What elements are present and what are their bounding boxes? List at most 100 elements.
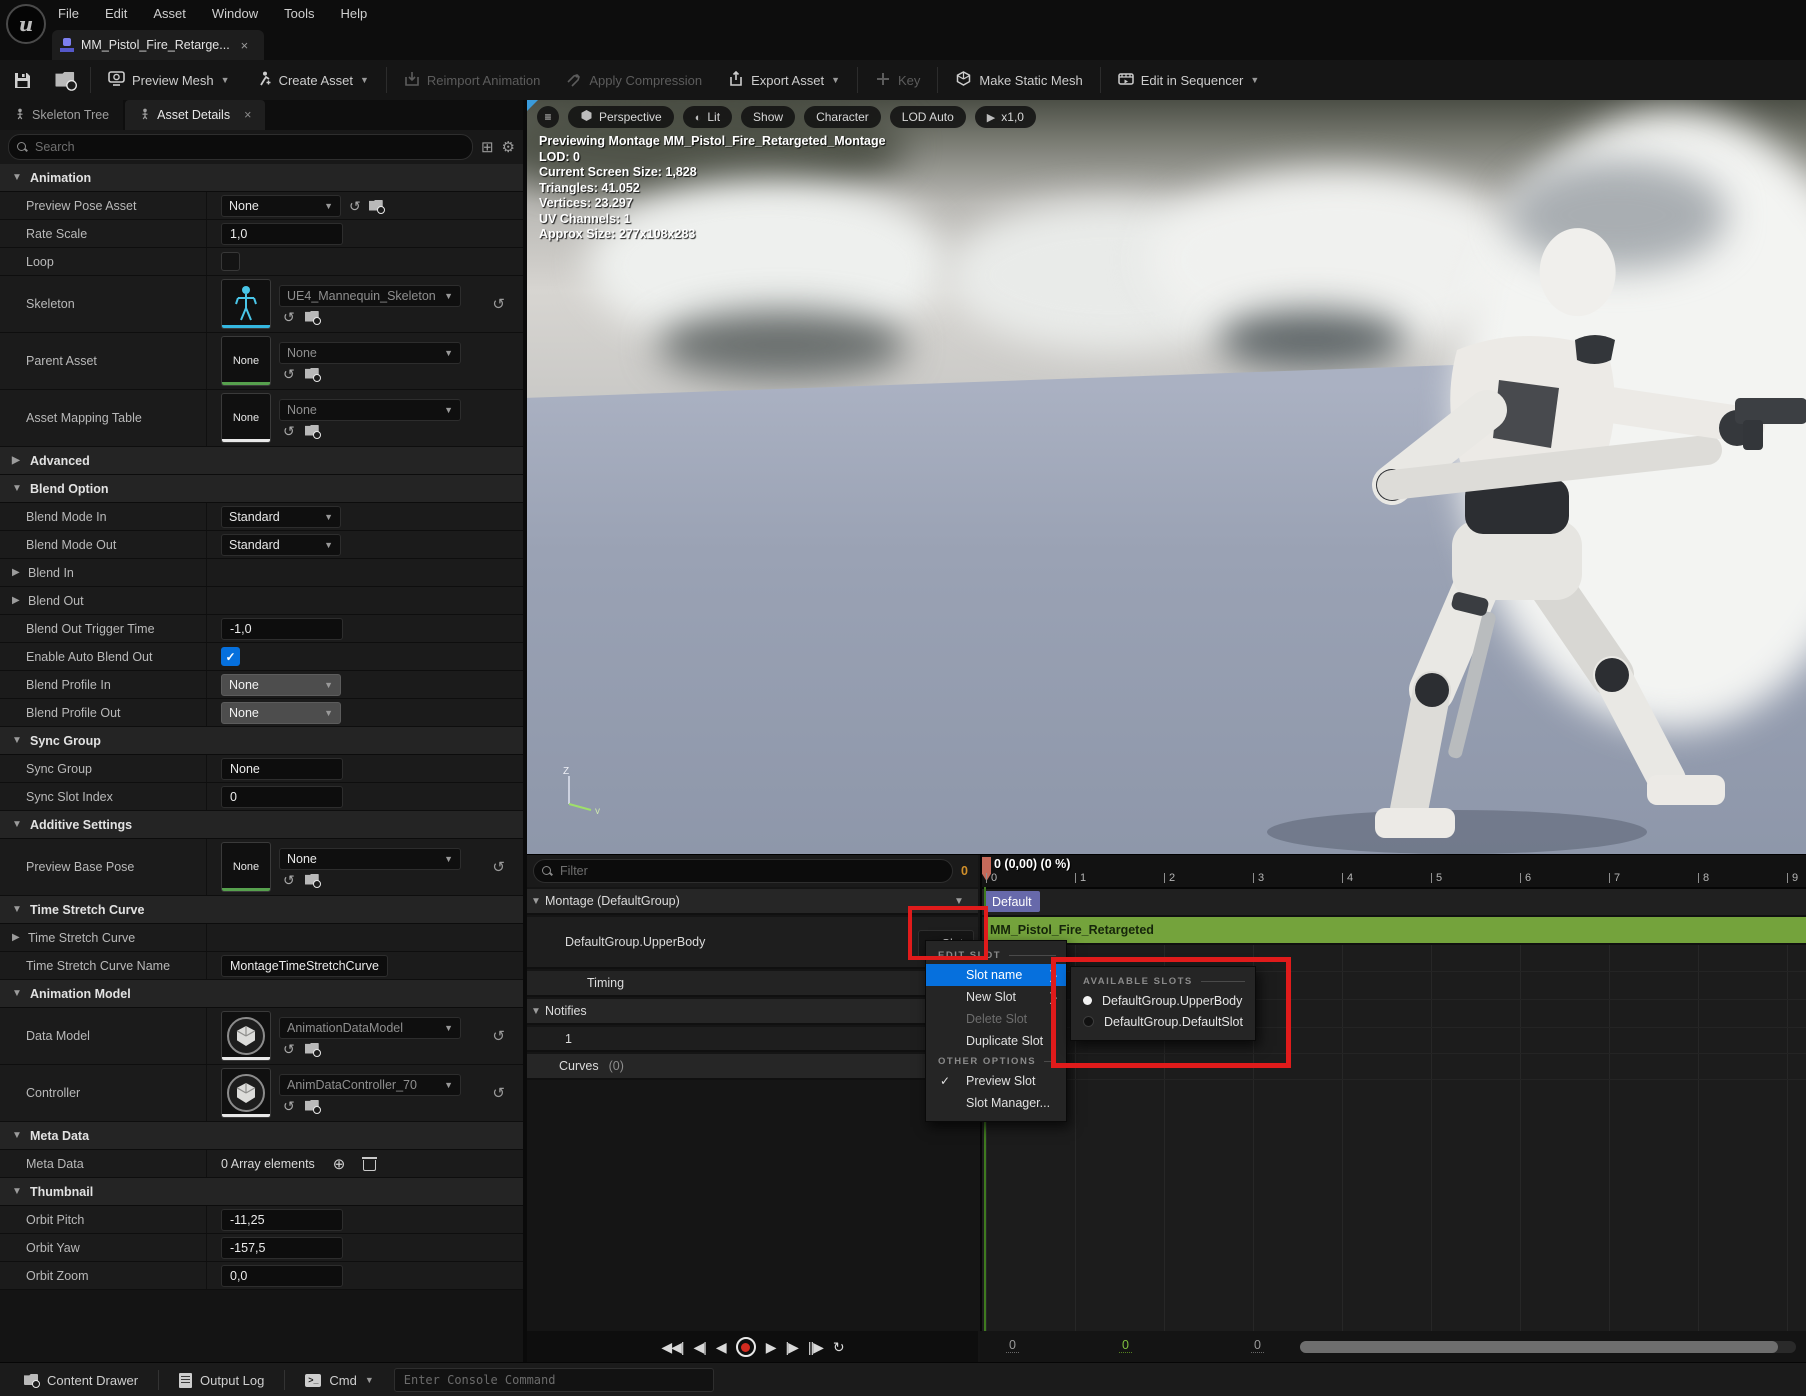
montage-segment-bar[interactable]: MM_Pistol_Fire_Retargeted bbox=[984, 917, 1806, 943]
timeline-row-notify-track[interactable]: 1 bbox=[527, 1027, 978, 1052]
dropdown-blend-mode-out[interactable]: Standard▼ bbox=[221, 534, 341, 556]
browse-to-asset-icon[interactable] bbox=[305, 425, 320, 437]
browse-to-asset-icon[interactable] bbox=[369, 200, 384, 212]
section-header-additive-settings[interactable]: ▼Additive Settings bbox=[0, 811, 523, 839]
add-element-icon[interactable]: ⊕ bbox=[333, 1155, 346, 1173]
dropdown-blend-profile-out[interactable]: None▼ bbox=[221, 702, 341, 724]
menu-help[interactable]: Help bbox=[340, 6, 367, 21]
timeline-row-slot-track[interactable]: DefaultGroup.UpperBody ▼ Slot bbox=[527, 917, 978, 969]
use-selected-asset-icon[interactable]: ↺ bbox=[283, 1042, 295, 1056]
timeline-filter-box[interactable] bbox=[533, 859, 953, 883]
asset-dropdown[interactable]: UE4_Mannequin_Skeleton▼ bbox=[279, 285, 461, 307]
scrollbar-handle[interactable] bbox=[1300, 1341, 1778, 1353]
viewport-menu-button[interactable]: ≡ bbox=[537, 106, 559, 128]
arrow-right-icon[interactable]: ▶ bbox=[12, 455, 22, 466]
input-blend-out-trigger-time[interactable]: -1,0 bbox=[221, 618, 343, 640]
viewport-pill-x1-0[interactable]: ▶x1,0 bbox=[975, 106, 1036, 128]
transport-button[interactable]: ◀◀| bbox=[661, 1339, 683, 1356]
preview-viewport[interactable]: ≡Perspective◐LitShowCharacterLOD Auto▶x1… bbox=[527, 100, 1806, 854]
use-selected-asset-icon[interactable]: ↺ bbox=[283, 367, 295, 381]
column-view-icon[interactable]: ⊞ bbox=[481, 138, 494, 156]
browse-to-asset-icon[interactable] bbox=[305, 311, 320, 323]
menu-file[interactable]: File bbox=[58, 6, 79, 21]
asset-thumbnail[interactable] bbox=[221, 1068, 271, 1118]
viewport-pill-lod-auto[interactable]: LOD Auto bbox=[890, 106, 966, 128]
transport-button[interactable]: ◀| bbox=[694, 1339, 706, 1356]
default-group-tag[interactable]: Default bbox=[984, 891, 1040, 912]
section-header-animation[interactable]: ▼Animation bbox=[0, 164, 523, 192]
section-header-meta-data[interactable]: ▼Meta Data bbox=[0, 1122, 523, 1150]
console-command-input[interactable] bbox=[394, 1368, 714, 1392]
menu-tools[interactable]: Tools bbox=[284, 6, 314, 21]
transport-button[interactable]: |▶ bbox=[785, 1339, 797, 1356]
montage-dropdown-icon[interactable]: ▼ bbox=[950, 896, 968, 907]
transport-button[interactable]: ↻ bbox=[833, 1339, 844, 1356]
search-input[interactable] bbox=[33, 139, 464, 155]
asset-thumbnail[interactable]: None bbox=[221, 393, 271, 443]
section-header-advanced[interactable]: ▶Advanced bbox=[0, 447, 523, 475]
arrow-right-icon[interactable]: ▶ bbox=[12, 932, 20, 943]
arrow-down-icon[interactable]: ▼ bbox=[12, 988, 22, 999]
content-drawer-button[interactable]: Content Drawer bbox=[10, 1363, 152, 1396]
preview-mesh-button[interactable]: Preview Mesh▼ bbox=[95, 60, 243, 100]
collapse-arrow-icon[interactable]: ▼ bbox=[527, 1006, 545, 1017]
section-header-thumbnail[interactable]: ▼Thumbnail bbox=[0, 1178, 523, 1206]
input-time-stretch-curve-name[interactable]: MontageTimeStretchCurve bbox=[221, 955, 388, 977]
record-button[interactable] bbox=[736, 1337, 756, 1357]
timeline-counter[interactable]: 0 bbox=[1251, 1338, 1264, 1353]
dropdown-blend-mode-in[interactable]: Standard▼ bbox=[221, 506, 341, 528]
details-search-box[interactable] bbox=[8, 134, 473, 160]
reset-to-default-icon[interactable]: ↺ bbox=[492, 1084, 505, 1102]
edit-in-sequencer-button[interactable]: Edit in Sequencer▼ bbox=[1105, 60, 1273, 100]
checkbox-loop[interactable] bbox=[221, 252, 240, 271]
clear-array-icon[interactable] bbox=[363, 1157, 376, 1171]
use-selected-asset-icon[interactable]: ↺ bbox=[283, 1099, 295, 1113]
asset-dropdown[interactable]: None▼ bbox=[279, 848, 461, 870]
details-settings-gear-icon[interactable]: ⚙ bbox=[502, 138, 515, 156]
browse-to-asset-icon[interactable] bbox=[305, 368, 320, 380]
track-default-group[interactable]: Default bbox=[982, 889, 1806, 917]
use-selected-asset-icon[interactable]: ↺ bbox=[283, 310, 295, 324]
section-header-time-stretch-curve[interactable]: ▼Time Stretch Curve bbox=[0, 896, 523, 924]
section-header-animation-model[interactable]: ▼Animation Model bbox=[0, 980, 523, 1008]
cmd-selector[interactable]: >_ Cmd ▼ bbox=[291, 1363, 387, 1396]
menu-item-preview-slot[interactable]: ✓Preview Slot bbox=[926, 1070, 1066, 1092]
input-rate-scale[interactable]: 1,0 bbox=[221, 223, 343, 245]
create-asset-button[interactable]: Create Asset▼ bbox=[243, 60, 382, 100]
submenu-item-defaultgroup-upperbody[interactable]: DefaultGroup.UpperBody bbox=[1071, 990, 1255, 1011]
asset-thumbnail[interactable] bbox=[221, 279, 271, 329]
reset-to-default-icon[interactable]: ↺ bbox=[492, 295, 505, 313]
arrow-right-icon[interactable]: ▶ bbox=[12, 567, 20, 578]
viewport-pill-lit[interactable]: ◐Lit bbox=[683, 106, 732, 128]
browse-to-asset-icon[interactable] bbox=[305, 874, 320, 886]
input-orbit-zoom[interactable]: 0,0 bbox=[221, 1265, 343, 1287]
arrow-down-icon[interactable]: ▼ bbox=[12, 1130, 22, 1141]
timeline-track-area[interactable]: 0 (0,00) (0 %) 0123456789 Default MM_Pis… bbox=[980, 855, 1806, 1331]
menu-window[interactable]: Window bbox=[212, 6, 258, 21]
section-header-blend-option[interactable]: ▼Blend Option bbox=[0, 475, 523, 503]
asset-thumbnail[interactable]: None bbox=[221, 336, 271, 386]
menu-item-slot-name[interactable]: Slot name❯ bbox=[926, 964, 1066, 986]
menu-item-slot-manager-[interactable]: Slot Manager... bbox=[926, 1092, 1066, 1114]
viewport-pill-perspective[interactable]: Perspective bbox=[568, 106, 674, 128]
arrow-right-icon[interactable]: ▶ bbox=[12, 595, 20, 606]
unreal-logo-icon[interactable]: u bbox=[6, 4, 46, 44]
panel-tab-skeleton-tree[interactable]: Skeleton Tree bbox=[0, 100, 123, 130]
dropdown-blend-profile-in[interactable]: None▼ bbox=[221, 674, 341, 696]
arrow-down-icon[interactable]: ▼ bbox=[12, 735, 22, 746]
arrow-down-icon[interactable]: ▼ bbox=[12, 483, 22, 494]
timeline-row-notifies[interactable]: ▼ Notifies bbox=[527, 999, 978, 1025]
dropdown-preview-pose-asset[interactable]: None▼ bbox=[221, 195, 341, 217]
input-orbit-pitch[interactable]: -11,25 bbox=[221, 1209, 343, 1231]
input-orbit-yaw[interactable]: -157,5 bbox=[221, 1237, 343, 1259]
asset-dropdown[interactable]: None▼ bbox=[279, 342, 461, 364]
timeline-ruler[interactable]: 0 (0,00) (0 %) 0123456789 bbox=[982, 855, 1806, 889]
transport-button[interactable]: ◀ bbox=[716, 1339, 726, 1356]
timeline-row-curves[interactable]: Curves (0) bbox=[527, 1054, 978, 1080]
make-static-mesh-button[interactable]: Make Static Mesh bbox=[942, 60, 1095, 100]
asset-dropdown[interactable]: None▼ bbox=[279, 399, 461, 421]
panel-tab-asset-details[interactable]: Asset Details× bbox=[125, 100, 265, 130]
asset-dropdown[interactable]: AnimDataController_70▼ bbox=[279, 1074, 461, 1096]
use-selected-asset-icon[interactable]: ↺ bbox=[283, 873, 295, 887]
arrow-down-icon[interactable]: ▼ bbox=[12, 172, 22, 183]
